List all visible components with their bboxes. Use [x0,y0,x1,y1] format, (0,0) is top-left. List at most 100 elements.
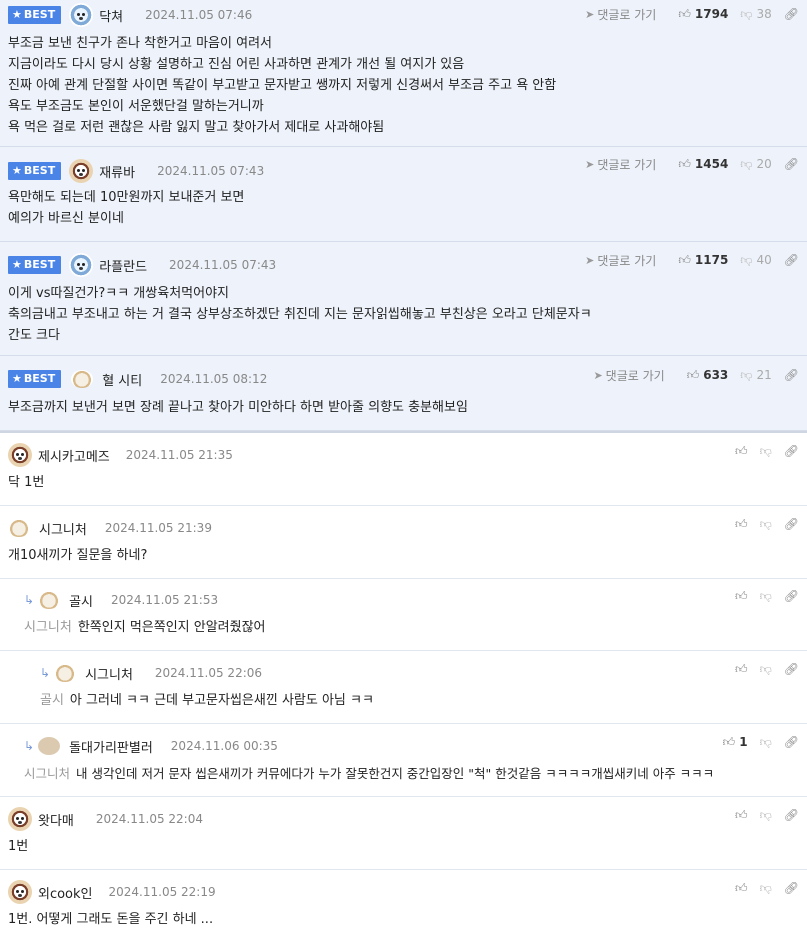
thumbs-down-icon: 👎︎ [759,734,772,749]
link-icon[interactable]: 🔗︎ [784,157,799,171]
send-icon: ➤ [585,253,595,267]
timestamp: 2024.11.05 21:35 [125,448,233,462]
nickname[interactable]: 재류바 [99,162,135,181]
link-icon[interactable]: 🔗︎ [784,808,799,822]
downvote-button[interactable]: 👎︎ [760,662,772,677]
comment-body: 시그니처 한쪽인지 먹은쪽인지 안알려줬잖어 [24,620,266,635]
link-icon[interactable]: 🔗︎ [784,368,799,382]
link-icon[interactable]: 🔗︎ [784,7,799,21]
nickname[interactable]: 왓다매 [38,810,74,829]
best-comment: ★ BEST 재류바 2024.11.05 07:43 ➤ 댓글로 가기 👍︎ 145… [0,147,807,242]
avatar[interactable] [8,880,32,904]
comment-list: 제시카고메즈 2024.11.05 21:35 👍︎ 👎︎ 🔗︎ 닥 1번 시그… [0,433,807,940]
link-icon[interactable]: 🔗︎ [784,735,799,749]
comment-body: 1번. 어떻게 그래도 돈을 주긴 하네 ... [8,912,214,927]
best-badge: ★ BEST [8,370,62,388]
comment-body: 부조금 보낸 친구가 존나 착한거고 마음이 여려서 지금이라도 다시 당시 상… [8,36,557,135]
thumbs-up-icon: 👍︎ [735,880,748,895]
thumbs-up-icon: 👍︎ [735,807,748,822]
avatar[interactable] [8,807,32,831]
timestamp: 2024.11.05 22:06 [154,666,263,680]
comment: 왓다매 2024.11.05 22:04 👍︎ 👎︎ 🔗︎ 1번 [0,797,807,870]
thumbs-down-icon: 👎︎ [740,6,753,21]
send-icon: ➤ [585,7,595,21]
avatar[interactable] [69,3,94,27]
comment-body: 골시 아 그러네 ㅋㅋ 근데 부고문자씹은새낀 사람도 아님 ㅋㅋ [40,693,374,708]
nickname[interactable]: 골시 [69,591,93,610]
nickname[interactable]: 돌대가리판별러 [69,737,153,756]
upvote-button[interactable]: 👍︎ 1 [723,735,748,750]
upvote-button[interactable]: 👍︎ [735,662,748,677]
nickname[interactable]: 라플란드 [99,256,147,275]
thumbs-up-icon: 👍︎ [678,252,691,267]
thumbs-down-icon: 👎︎ [759,516,772,531]
timestamp: 2024.11.05 22:04 [95,812,203,826]
upvote-button[interactable]: 👍︎ 1175 [678,253,728,268]
upvote-button[interactable]: 👍︎ [735,517,748,532]
downvote-button[interactable]: 👎︎ [760,589,772,604]
avatar[interactable] [71,370,94,388]
downvote-button[interactable]: 👎︎ [760,444,772,459]
upvote-button[interactable]: 👍︎ 1454 [678,157,728,172]
comment-body: 부조금까지 보낸거 보면 장례 끝나고 찾아가 미안하다 하면 받아줄 의향도 … [8,400,468,415]
link-icon[interactable]: 🔗︎ [784,253,799,267]
avatar[interactable] [38,591,61,609]
comment-body: 닥 1번 [8,475,45,490]
best-badge: ★ BEST [8,6,62,24]
downvote-button[interactable]: 👎︎ 38 [740,7,771,22]
nickname[interactable]: 닥쳐 [99,6,123,25]
comment-body: 시그니처 내 생각인데 저거 문자 씹은새끼가 커뮤에다가 누가 잘못한건지 중간… [24,766,715,781]
thumbs-down-icon: 👎︎ [759,880,772,895]
thumbs-down-icon: 👎︎ [759,661,772,676]
upvote-button[interactable]: 👍︎ 1794 [678,7,728,22]
downvote-button[interactable]: 👎︎ [760,808,772,823]
avatar[interactable] [69,253,94,277]
nickname[interactable]: 시그니처 [85,664,133,683]
mention[interactable]: 시그니처 [24,766,70,781]
downvote-button[interactable]: 👎︎ [760,517,772,532]
avatar[interactable] [8,519,30,537]
upvote-button[interactable]: 👍︎ [735,444,748,459]
upvote-button[interactable]: 👍︎ [735,808,748,823]
thumbs-up-icon: 👍︎ [722,734,736,749]
avatar[interactable] [38,737,61,755]
mention[interactable]: 시그니처 [24,620,72,635]
thumbs-up-icon: 👍︎ [735,443,748,458]
send-icon: ➤ [585,157,595,171]
mention[interactable]: 골시 [40,693,64,708]
downvote-button[interactable]: 👎︎ 20 [740,157,771,172]
upvote-button[interactable]: 👍︎ 633 [687,368,729,383]
link-icon[interactable]: 🔗︎ [784,517,799,531]
timestamp: 2024.11.05 22:19 [108,885,216,899]
nickname[interactable]: 혈 시티 [102,370,142,389]
downvote-button[interactable]: 👎︎ 40 [740,253,771,268]
upvote-button[interactable]: 👍︎ [735,589,748,604]
comment-body: 이게 vs따질건가?ㅋㅋ 개쌍육처먹어야지 축의금내고 부조내고 하는 거 결국… [8,286,592,343]
best-badge: ★ BEST [8,162,62,180]
link-icon[interactable]: 🔗︎ [784,444,799,458]
timestamp: 2024.11.05 07:43 [169,258,277,272]
goto-reply-link[interactable]: ➤ 댓글로 가기 [585,252,656,269]
goto-reply-link[interactable]: ➤ 댓글로 가기 [585,156,656,173]
downvote-button[interactable]: 👎︎ [760,881,772,896]
thumbs-down-icon: 👎︎ [740,156,753,171]
link-icon[interactable]: 🔗︎ [784,662,799,676]
timestamp: 2024.11.05 07:46 [145,8,253,22]
avatar[interactable] [69,159,94,183]
nickname[interactable]: 외cook인 [38,883,93,902]
link-icon[interactable]: 🔗︎ [784,589,799,603]
avatar[interactable] [8,443,32,467]
upvote-button[interactable]: 👍︎ [735,881,748,896]
comment: 시그니처 2024.11.05 21:39 👍︎ 👎︎ 🔗︎ 개10새끼가 질문… [0,506,807,579]
best-comment: ★ BEST 라플란드 2024.11.05 07:43 ➤ 댓글로 가기 👍︎ 11… [0,242,807,356]
goto-reply-link[interactable]: ➤ 댓글로 가기 [593,367,664,384]
link-icon[interactable]: 🔗︎ [784,881,799,895]
avatar[interactable] [54,664,77,682]
nickname[interactable]: 제시카고메즈 [38,446,110,465]
thumbs-up-icon: 👍︎ [678,156,691,171]
goto-reply-link[interactable]: ➤ 댓글로 가기 [585,6,656,23]
reply-comment: ↳ 시그니처 2024.11.05 22:06 👍︎ 👎︎ 🔗︎ 골시 아 그러네… [0,651,807,724]
downvote-button[interactable]: 👎︎ [760,735,772,750]
nickname[interactable]: 시그니처 [39,519,87,538]
downvote-button[interactable]: 👎︎ 21 [740,368,771,383]
